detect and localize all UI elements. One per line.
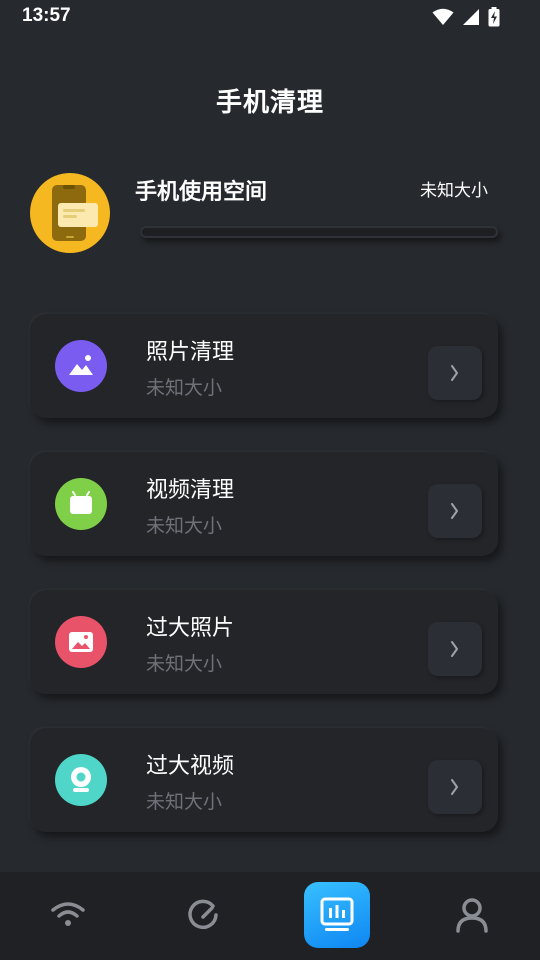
image-icon — [55, 616, 107, 668]
card-subtitle: 未知大小 — [146, 377, 223, 399]
chevron-right-icon[interactable] — [428, 760, 482, 814]
nav-cleaner-active[interactable] — [304, 882, 370, 948]
status-bar: 13:57 — [0, 0, 540, 34]
speedometer-icon — [188, 899, 218, 930]
card-subtitle: 未知大小 — [146, 791, 223, 813]
card-title: 过大照片 — [146, 616, 235, 641]
card-subtitle: 未知大小 — [146, 653, 223, 675]
large-videos-card[interactable]: 过大视频 未知大小 — [30, 728, 498, 832]
cellular-signal-icon — [462, 8, 480, 26]
cleaner-icon — [320, 897, 354, 931]
card-title: 照片清理 — [146, 340, 235, 365]
phone-icon — [30, 173, 110, 253]
card-title: 过大视频 — [146, 754, 235, 779]
wifi-icon — [51, 902, 85, 926]
large-photos-card[interactable]: 过大照片 未知大小 — [30, 590, 498, 694]
user-icon — [456, 898, 488, 933]
nav-speedtest[interactable] — [135, 872, 270, 960]
tv-icon — [55, 478, 107, 530]
chevron-right-icon[interactable] — [428, 346, 482, 400]
page-title: 手机清理 — [215, 88, 324, 118]
storage-size: 未知大小 — [420, 181, 488, 201]
card-title: 视频清理 — [146, 478, 235, 503]
wifi-icon — [432, 8, 454, 26]
webcam-icon — [55, 754, 107, 806]
nav-wifi[interactable] — [0, 872, 135, 960]
storage-summary: 手机使用空间 未知大小 — [30, 172, 510, 262]
bottom-nav — [0, 872, 540, 960]
status-time: 13:57 — [22, 5, 71, 26]
chevron-right-icon[interactable] — [428, 622, 482, 676]
status-icons — [432, 7, 500, 27]
battery-charging-icon — [488, 7, 500, 27]
video-cleanup-card[interactable]: 视频清理 未知大小 — [30, 452, 498, 556]
chevron-right-icon[interactable] — [428, 484, 482, 538]
photo-cleanup-card[interactable]: 照片清理 未知大小 — [30, 314, 498, 418]
storage-progress-bar — [140, 226, 498, 238]
card-subtitle: 未知大小 — [146, 515, 223, 537]
photo-icon — [55, 340, 107, 392]
storage-title: 手机使用空间 — [135, 180, 268, 205]
nav-profile[interactable] — [405, 872, 540, 960]
